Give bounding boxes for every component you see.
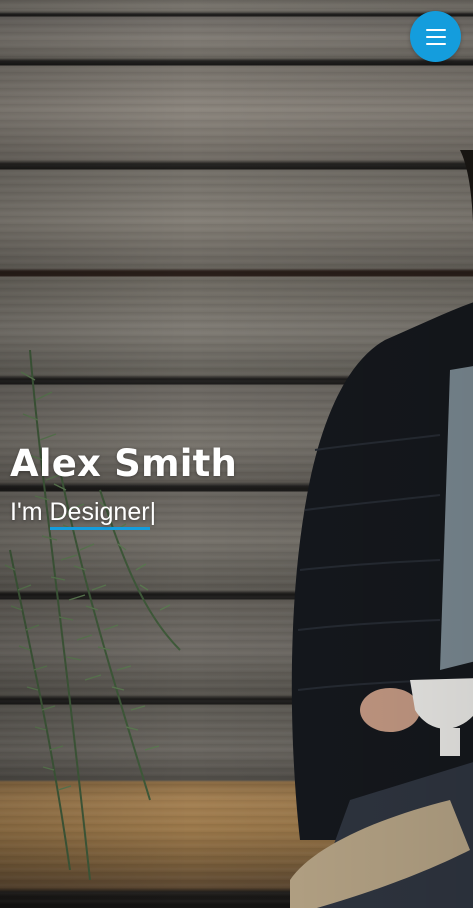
hero-intro: Alex Smith I'm Designer|: [10, 440, 238, 530]
hero-name: Alex Smith: [10, 442, 238, 485]
menu-toggle-button[interactable]: [410, 11, 461, 62]
typing-cursor: |: [149, 498, 157, 526]
hamburger-menu-icon: [425, 28, 446, 45]
hero-section: Alex Smith I'm Designer|: [0, 0, 473, 908]
person-image: [290, 150, 473, 908]
plant-image: [4, 350, 181, 881]
hero-intro-prefix: I'm: [10, 498, 43, 526]
hero-role-line: I'm Designer|: [10, 496, 237, 530]
hero-role-typed: Designer: [49, 498, 150, 530]
